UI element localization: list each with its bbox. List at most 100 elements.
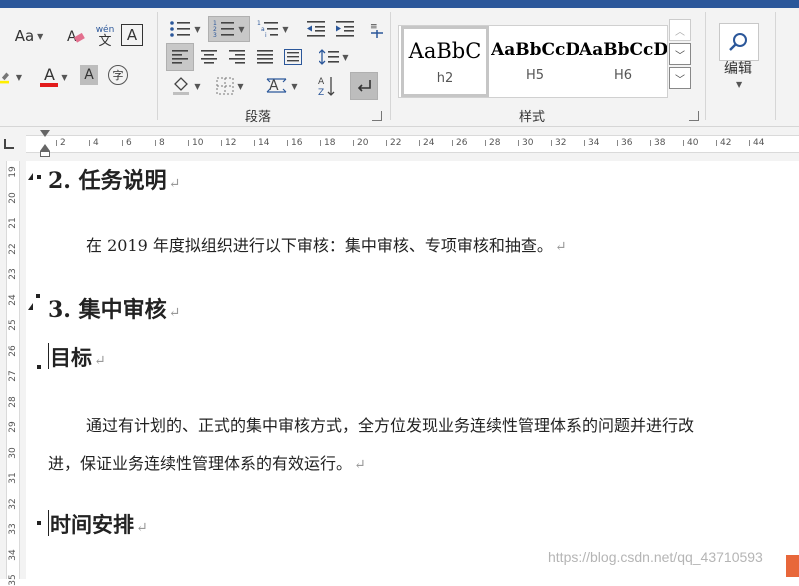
ruler-number: 38 xyxy=(654,138,666,148)
subheading-schedule[interactable]: 时间安排 ↵ xyxy=(50,509,148,539)
chevron-down-icon[interactable]: ▼ xyxy=(736,80,742,89)
align-right-button[interactable] xyxy=(224,43,250,71)
subheading-goal[interactable]: 目标 ↵ xyxy=(50,342,106,372)
find-button[interactable] xyxy=(719,23,759,61)
ruler-tick xyxy=(452,140,453,146)
character-shading-button[interactable]: A xyxy=(80,65,98,85)
styles-dialog-launcher[interactable] xyxy=(689,111,699,121)
borders-button[interactable]: ▼ xyxy=(210,72,250,100)
decrease-indent-button[interactable] xyxy=(304,17,328,41)
vertical-ruler-number: 31 xyxy=(8,472,18,484)
align-center-icon xyxy=(201,50,217,64)
hanging-indent-marker[interactable] xyxy=(40,144,50,151)
shading-button[interactable]: ▼ xyxy=(166,72,206,100)
color-bar xyxy=(40,83,59,87)
paragraph-task-description[interactable]: 在 2019 年度拟组织进行以下审核：集中审核、专项审核和抽查。 ↵ xyxy=(86,232,567,256)
asian-layout-button[interactable]: ≡ xyxy=(366,16,388,42)
gallery-more-button[interactable]: ﹀ xyxy=(669,67,691,89)
eraser-icon: A xyxy=(67,29,85,45)
align-center-button[interactable] xyxy=(196,43,222,71)
ruler-number: 18 xyxy=(324,138,336,148)
collapse-triangle-icon[interactable] xyxy=(28,303,33,310)
paragraph-format-mark xyxy=(37,521,41,525)
vertical-ruler-number: 22 xyxy=(8,242,18,255)
style-item-h6[interactable]: AaBbCcD H6 xyxy=(579,26,667,97)
sort-az-icon: AZ xyxy=(318,77,335,97)
chevron-down-icon: ▼ xyxy=(194,81,201,91)
asian-typography-button[interactable]: A ▼ xyxy=(262,72,302,100)
ruler-number: 12 xyxy=(225,138,237,148)
phonetic-guide-button[interactable]: wén 文 xyxy=(94,22,116,50)
chevron-down-icon: ▼ xyxy=(238,24,245,34)
styles-gallery: AaBbC h2 AaBbCcD H5 AaBbCcD H6 xyxy=(398,25,668,98)
enclose-characters-button[interactable]: 字 xyxy=(108,65,128,85)
indent-icon xyxy=(336,21,354,37)
sort-button[interactable]: AZ xyxy=(314,72,340,100)
vertical-ruler-number: 20 xyxy=(8,191,18,204)
paragraph-goal-line-2[interactable]: 进，保证业务连续性管理体系的有效运行。 ↵ xyxy=(48,450,366,474)
font-color-button[interactable]: A ▼ xyxy=(34,64,74,90)
tab-selector[interactable] xyxy=(4,139,14,149)
align-right-icon xyxy=(229,50,245,64)
numbering-button[interactable]: 123 ▼ xyxy=(208,16,250,42)
ruler-tick xyxy=(419,140,420,146)
heading-2[interactable]: 2. 任务说明 ↵ xyxy=(48,163,180,195)
ruler-number: 34 xyxy=(588,138,600,148)
vertical-ruler-number: 21 xyxy=(8,217,18,229)
change-case-button[interactable]: Aa ▼ xyxy=(8,24,50,48)
left-indent-marker[interactable] xyxy=(40,151,50,157)
align-left-button[interactable] xyxy=(166,43,194,71)
ruler-tick xyxy=(716,140,717,146)
text-cursor xyxy=(48,343,49,369)
vertical-ruler-number: 34 xyxy=(8,548,18,561)
gallery-scroll-up-button[interactable]: ︿ xyxy=(669,19,691,41)
highlighter-icon xyxy=(0,72,9,84)
gallery-scroll-down-button[interactable]: ﹀ xyxy=(669,43,691,65)
style-item-h5[interactable]: AaBbCcD H5 xyxy=(491,26,579,97)
bullet-list-icon xyxy=(170,21,191,37)
text-highlight-button[interactable]: ▼ xyxy=(0,64,22,90)
document-page[interactable]: 2. 任务说明 ↵ 在 2019 年度拟组织进行以下审核：集中审核、专项审核和抽查… xyxy=(27,161,799,579)
justify-icon xyxy=(257,50,273,64)
character-border-button[interactable]: A xyxy=(121,24,143,46)
ruler-tick xyxy=(683,140,684,146)
ruler-number: 6 xyxy=(126,138,132,148)
ruler-number: 10 xyxy=(192,138,204,148)
bullets-button[interactable]: ▼ xyxy=(166,16,204,42)
ruler-tick xyxy=(287,140,288,146)
justify-button[interactable] xyxy=(252,43,278,71)
paragraph-mark: ↵ xyxy=(168,305,181,321)
chevron-down-icon: ▼ xyxy=(37,31,44,41)
chevron-down-icon: ▼ xyxy=(237,81,244,91)
ruler-number: 22 xyxy=(390,138,402,148)
watermark-logo xyxy=(786,555,799,577)
multilevel-list-button[interactable]: 1ai ▼ xyxy=(254,16,292,42)
ruler-tick xyxy=(551,140,552,146)
vertical-ruler-number: 26 xyxy=(8,344,18,357)
paragraph-mark: ↵ xyxy=(168,176,181,192)
style-item-h2[interactable]: AaBbC h2 xyxy=(401,26,489,97)
paragraph-goal-line-1[interactable]: 通过有计划的、正式的集中审核方式，全方位发现业务连续性管理体系的问题并进行改 xyxy=(86,412,694,436)
vertical-ruler-number: 32 xyxy=(8,497,18,510)
ruler-number: 4 xyxy=(93,138,99,148)
ruler-number: 44 xyxy=(753,138,765,148)
ruler-number: 36 xyxy=(621,138,633,148)
ruler-tick xyxy=(122,140,123,146)
ruler-number: 30 xyxy=(522,138,534,148)
ruler-number: 32 xyxy=(555,138,567,148)
paragraph-dialog-launcher[interactable] xyxy=(372,111,382,121)
editing-label[interactable]: 编辑 xyxy=(724,58,752,78)
paragraph-mark: ↵ xyxy=(354,457,366,473)
line-spacing-button[interactable]: ▼ xyxy=(314,43,354,71)
increase-indent-button[interactable] xyxy=(333,17,357,41)
search-icon xyxy=(729,33,747,51)
collapse-triangle-icon[interactable] xyxy=(28,173,33,180)
heading-3[interactable]: 3. 集中审核 ↵ xyxy=(48,292,180,324)
show-hide-marks-button[interactable] xyxy=(350,72,378,100)
ruler-tick xyxy=(155,140,156,146)
ruler-tick xyxy=(485,140,486,146)
distributed-button[interactable] xyxy=(280,43,306,71)
ruler-number: 26 xyxy=(456,138,468,148)
clear-formatting-button[interactable]: A xyxy=(64,24,88,48)
first-line-indent-marker[interactable] xyxy=(40,130,50,137)
